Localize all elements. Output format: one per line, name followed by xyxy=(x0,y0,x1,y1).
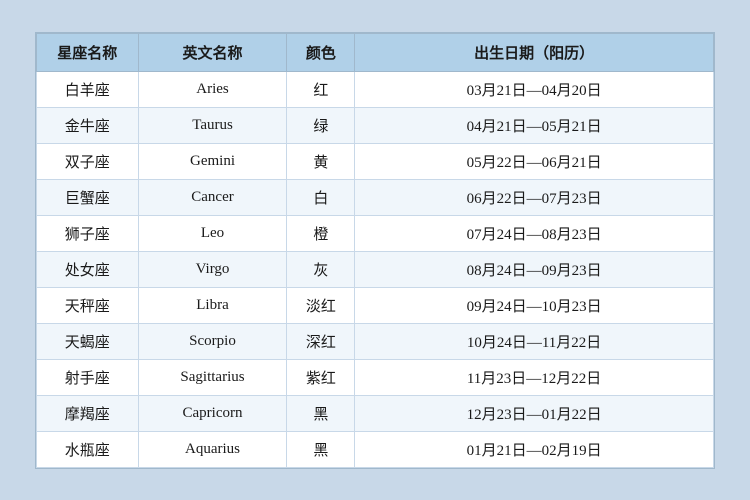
table-row: 水瓶座Aquarius黑01月21日—02月19日 xyxy=(37,431,714,467)
cell-color: 淡红 xyxy=(287,287,355,323)
table-row: 天蝎座Scorpio深红10月24日—11月22日 xyxy=(37,323,714,359)
cell-english: Virgo xyxy=(138,251,287,287)
cell-english: Aries xyxy=(138,71,287,107)
table-row: 射手座Sagittarius紫红11月23日—12月22日 xyxy=(37,359,714,395)
cell-chinese: 天蝎座 xyxy=(37,323,139,359)
cell-color: 深红 xyxy=(287,323,355,359)
cell-color: 黑 xyxy=(287,395,355,431)
cell-color: 白 xyxy=(287,179,355,215)
cell-chinese: 水瓶座 xyxy=(37,431,139,467)
cell-color: 黑 xyxy=(287,431,355,467)
cell-english: Scorpio xyxy=(138,323,287,359)
cell-date: 12月23日—01月22日 xyxy=(355,395,714,431)
cell-english: Capricorn xyxy=(138,395,287,431)
cell-date: 03月21日—04月20日 xyxy=(355,71,714,107)
zodiac-table: 星座名称 英文名称 颜色 出生日期（阳历） 白羊座Aries红03月21日—04… xyxy=(36,33,714,468)
cell-chinese: 双子座 xyxy=(37,143,139,179)
cell-chinese: 摩羯座 xyxy=(37,395,139,431)
cell-color: 绿 xyxy=(287,107,355,143)
cell-date: 07月24日—08月23日 xyxy=(355,215,714,251)
cell-chinese: 白羊座 xyxy=(37,71,139,107)
cell-chinese: 金牛座 xyxy=(37,107,139,143)
cell-english: Aquarius xyxy=(138,431,287,467)
cell-date: 11月23日—12月22日 xyxy=(355,359,714,395)
table-row: 巨蟹座Cancer白06月22日—07月23日 xyxy=(37,179,714,215)
table-row: 金牛座Taurus绿04月21日—05月21日 xyxy=(37,107,714,143)
cell-english: Taurus xyxy=(138,107,287,143)
cell-chinese: 射手座 xyxy=(37,359,139,395)
table-row: 处女座Virgo灰08月24日—09月23日 xyxy=(37,251,714,287)
table-row: 狮子座Leo橙07月24日—08月23日 xyxy=(37,215,714,251)
cell-date: 09月24日—10月23日 xyxy=(355,287,714,323)
cell-color: 黄 xyxy=(287,143,355,179)
zodiac-table-container: 星座名称 英文名称 颜色 出生日期（阳历） 白羊座Aries红03月21日—04… xyxy=(35,32,715,469)
cell-color: 红 xyxy=(287,71,355,107)
table-header-row: 星座名称 英文名称 颜色 出生日期（阳历） xyxy=(37,33,714,71)
header-color: 颜色 xyxy=(287,33,355,71)
cell-english: Leo xyxy=(138,215,287,251)
table-row: 摩羯座Capricorn黑12月23日—01月22日 xyxy=(37,395,714,431)
cell-english: Sagittarius xyxy=(138,359,287,395)
cell-chinese: 天秤座 xyxy=(37,287,139,323)
cell-color: 灰 xyxy=(287,251,355,287)
cell-date: 04月21日—05月21日 xyxy=(355,107,714,143)
cell-color: 紫红 xyxy=(287,359,355,395)
cell-chinese: 狮子座 xyxy=(37,215,139,251)
cell-date: 10月24日—11月22日 xyxy=(355,323,714,359)
table-row: 天秤座Libra淡红09月24日—10月23日 xyxy=(37,287,714,323)
header-english: 英文名称 xyxy=(138,33,287,71)
cell-english: Gemini xyxy=(138,143,287,179)
cell-english: Libra xyxy=(138,287,287,323)
cell-date: 08月24日—09月23日 xyxy=(355,251,714,287)
table-row: 白羊座Aries红03月21日—04月20日 xyxy=(37,71,714,107)
cell-chinese: 巨蟹座 xyxy=(37,179,139,215)
cell-date: 05月22日—06月21日 xyxy=(355,143,714,179)
cell-date: 06月22日—07月23日 xyxy=(355,179,714,215)
cell-date: 01月21日—02月19日 xyxy=(355,431,714,467)
table-row: 双子座Gemini黄05月22日—06月21日 xyxy=(37,143,714,179)
header-date: 出生日期（阳历） xyxy=(355,33,714,71)
cell-chinese: 处女座 xyxy=(37,251,139,287)
header-chinese: 星座名称 xyxy=(37,33,139,71)
cell-color: 橙 xyxy=(287,215,355,251)
cell-english: Cancer xyxy=(138,179,287,215)
